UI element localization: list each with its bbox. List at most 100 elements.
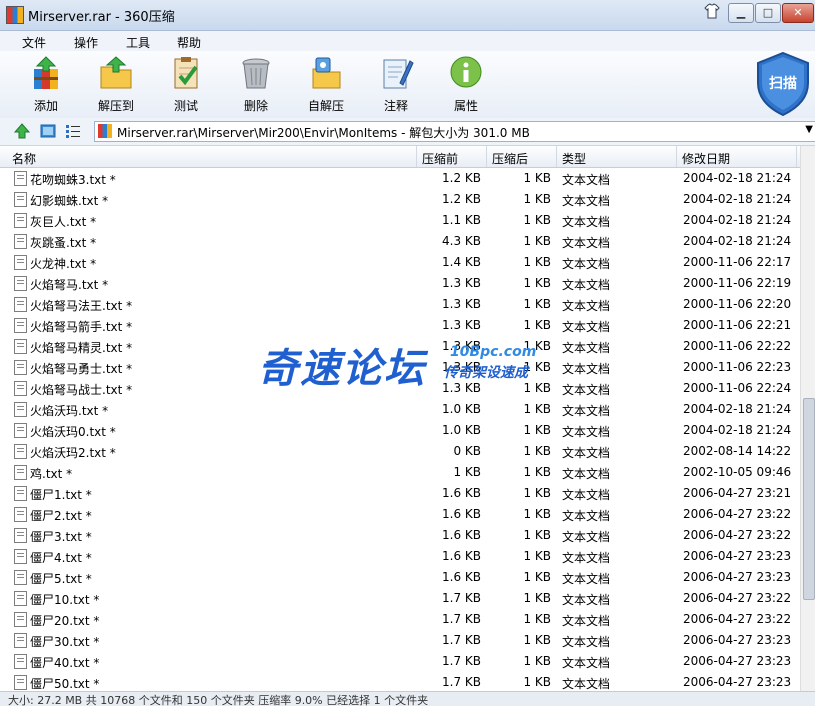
table-row[interactable]: 火焰沃玛.txt * 1.0 KB 1 KB 文本文档 2004-02-18 21:24 bbox=[0, 399, 800, 420]
table-row[interactable]: 僵尸4.txt * 1.6 KB 1 KB 文本文档 2006-04-27 23:23 bbox=[0, 546, 800, 567]
watermark: 奇速论坛 10Bpc.com 传奇架设速成 bbox=[258, 330, 558, 392]
watermark-slogan: 传奇架设速成 bbox=[444, 365, 528, 381]
file-name: 火焰弩马箭手.txt * bbox=[30, 320, 133, 334]
maximize-button[interactable]: □ bbox=[755, 3, 781, 23]
table-row[interactable]: 灰巨人.txt * 1.1 KB 1 KB 文本文档 2004-02-18 21:24 bbox=[0, 210, 800, 231]
column-divider[interactable] bbox=[486, 146, 487, 167]
file-date: 2002-10-05 09:46 bbox=[683, 465, 792, 479]
self-extract-label: 自解压 bbox=[307, 99, 344, 113]
table-row[interactable]: 花吻蜘蛛3.txt * 1.2 KB 1 KB 文本文档 2004-02-18 21:2… bbox=[0, 168, 800, 189]
file-date: 2006-04-27 23:22 bbox=[683, 591, 792, 605]
chevron-down-icon[interactable]: ▼ bbox=[805, 124, 813, 135]
scrollbar-thumb[interactable] bbox=[803, 398, 815, 600]
vertical-scrollbar[interactable] bbox=[800, 146, 815, 691]
path-text: Mirserver.rar\Mirserver\Mir200\Envir\Mon… bbox=[117, 126, 530, 140]
comment-pen-icon bbox=[383, 59, 414, 89]
test-clipboard-icon bbox=[174, 57, 198, 89]
self-extract-button[interactable]: 自解压 bbox=[296, 55, 356, 114]
table-row[interactable]: 僵尸20.txt * 1.7 KB 1 KB 文本文档 2006-04-27 23:22 bbox=[0, 609, 800, 630]
title-bar: Mirserver.rar - 360压缩 ▁ □ ✕ bbox=[0, 0, 815, 31]
file-packed-size: 1 KB bbox=[523, 444, 551, 458]
file-size: 1.7 KB bbox=[442, 654, 481, 668]
file-type: 文本文档 bbox=[562, 194, 611, 208]
col-modified[interactable]: 修改日期 bbox=[682, 150, 730, 167]
file-type: 文本文档 bbox=[562, 593, 611, 607]
table-row[interactable]: 幻影蜘蛛.txt * 1.2 KB 1 KB 文本文档 2004-02-18 21:24 bbox=[0, 189, 800, 210]
file-name: 僵尸1.txt * bbox=[30, 488, 92, 502]
path-input[interactable]: Mirserver.rar\Mirserver\Mir200\Envir\Mon… bbox=[94, 121, 815, 142]
file-type: 文本文档 bbox=[562, 299, 611, 313]
file-date: 2004-02-18 21:24 bbox=[683, 171, 792, 185]
table-row[interactable]: 僵尸5.txt * 1.6 KB 1 KB 文本文档 2006-04-27 23:23 bbox=[0, 567, 800, 588]
table-row[interactable]: 灰跳蚤.txt * 4.3 KB 1 KB 文本文档 2004-02-18 21:24 bbox=[0, 231, 800, 252]
table-row[interactable]: 火焰沃玛0.txt * 1.0 KB 1 KB 文本文档 2004-02-18 21:2… bbox=[0, 420, 800, 441]
col-name[interactable]: 名称 bbox=[12, 150, 36, 167]
scan-button[interactable]: 扫描 bbox=[754, 51, 812, 117]
up-arrow-icon[interactable] bbox=[14, 123, 30, 139]
table-row[interactable]: 僵尸2.txt * 1.6 KB 1 KB 文本文档 2006-04-27 23:22 bbox=[0, 504, 800, 525]
menu-operate[interactable]: 操作 bbox=[74, 34, 98, 51]
file-packed-size: 1 KB bbox=[523, 591, 551, 605]
file-size: 1.6 KB bbox=[442, 549, 481, 563]
table-row[interactable]: 僵尸40.txt * 1.7 KB 1 KB 文本文档 2006-04-27 23:23 bbox=[0, 651, 800, 672]
properties-button[interactable]: 属性 bbox=[436, 55, 496, 114]
file-type: 文本文档 bbox=[562, 572, 611, 586]
close-button[interactable]: ✕ bbox=[782, 3, 814, 23]
table-row[interactable]: 火龙神.txt * 1.4 KB 1 KB 文本文档 2000-11-06 22:17 bbox=[0, 252, 800, 273]
file-type: 文本文档 bbox=[562, 614, 611, 628]
file-size: 1.7 KB bbox=[442, 675, 481, 689]
column-divider[interactable] bbox=[556, 146, 557, 167]
table-row[interactable]: 僵尸50.txt * 1.7 KB 1 KB 文本文档 2006-04-27 23:23 bbox=[0, 672, 800, 691]
test-label: 测试 bbox=[173, 99, 198, 113]
file-type: 文本文档 bbox=[562, 404, 611, 418]
file-size: 1.7 KB bbox=[442, 633, 481, 647]
column-divider[interactable] bbox=[676, 146, 677, 167]
text-file-icon bbox=[14, 423, 27, 438]
file-name: 僵尸30.txt * bbox=[30, 635, 100, 649]
file-type: 文本文档 bbox=[562, 656, 611, 670]
text-file-icon bbox=[14, 633, 27, 648]
shirt-icon[interactable] bbox=[702, 3, 722, 21]
file-type: 文本文档 bbox=[562, 677, 611, 691]
comment-button[interactable]: 注释 bbox=[366, 55, 426, 114]
col-type[interactable]: 类型 bbox=[562, 150, 586, 167]
file-packed-size: 1 KB bbox=[523, 507, 551, 521]
menu-file[interactable]: 文件 bbox=[22, 34, 46, 51]
file-size: 1.2 KB bbox=[442, 171, 481, 185]
file-name: 火龙神.txt * bbox=[30, 257, 97, 271]
table-row[interactable]: 火焰弩马.txt * 1.3 KB 1 KB 文本文档 2000-11-06 22:19 bbox=[0, 273, 800, 294]
table-row[interactable]: 鸡.txt * 1 KB 1 KB 文本文档 2002-10-05 09:46 bbox=[0, 462, 800, 483]
file-packed-size: 1 KB bbox=[523, 612, 551, 626]
table-row[interactable]: 火焰沃玛2.txt * 0 KB 1 KB 文本文档 2002-08-14 14:22 bbox=[0, 441, 800, 462]
menu-tools[interactable]: 工具 bbox=[126, 34, 150, 51]
table-row[interactable]: 僵尸1.txt * 1.6 KB 1 KB 文本文档 2006-04-27 23:21 bbox=[0, 483, 800, 504]
column-divider[interactable] bbox=[416, 146, 417, 167]
add-button[interactable]: 添加 bbox=[16, 55, 76, 114]
file-size: 1.0 KB bbox=[442, 423, 481, 437]
text-file-icon bbox=[14, 465, 27, 480]
table-row[interactable]: 僵尸10.txt * 1.7 KB 1 KB 文本文档 2006-04-27 23:22 bbox=[0, 588, 800, 609]
file-date: 2006-04-27 23:22 bbox=[683, 507, 792, 521]
thumbnail-view-icon[interactable] bbox=[40, 123, 56, 139]
minimize-button[interactable]: ▁ bbox=[728, 3, 754, 23]
col-size[interactable]: 压缩前 bbox=[422, 150, 458, 167]
rar-archive-icon bbox=[98, 124, 112, 138]
table-row[interactable]: 火焰弩马法王.txt * 1.3 KB 1 KB 文本文档 2000-11-06 22:… bbox=[0, 294, 800, 315]
file-name: 鸡.txt * bbox=[30, 467, 73, 481]
text-file-icon bbox=[14, 234, 27, 249]
file-packed-size: 1 KB bbox=[523, 255, 551, 269]
list-view-icon[interactable] bbox=[65, 123, 81, 139]
delete-button[interactable]: 删除 bbox=[226, 55, 286, 114]
col-packed[interactable]: 压缩后 bbox=[492, 150, 528, 167]
table-row[interactable]: 僵尸30.txt * 1.7 KB 1 KB 文本文档 2006-04-27 23:23 bbox=[0, 630, 800, 651]
menu-help[interactable]: 帮助 bbox=[177, 34, 201, 51]
table-row[interactable]: 僵尸3.txt * 1.6 KB 1 KB 文本文档 2006-04-27 23:22 bbox=[0, 525, 800, 546]
file-name: 火焰沃玛.txt * bbox=[30, 404, 109, 418]
text-file-icon bbox=[14, 192, 27, 207]
file-type: 文本文档 bbox=[562, 383, 611, 397]
extract-to-button[interactable]: 解压到 bbox=[86, 55, 146, 114]
test-button[interactable]: 测试 bbox=[156, 55, 216, 114]
file-date: 2006-04-27 23:23 bbox=[683, 633, 792, 647]
column-divider[interactable] bbox=[796, 146, 797, 167]
text-file-icon bbox=[14, 549, 27, 564]
